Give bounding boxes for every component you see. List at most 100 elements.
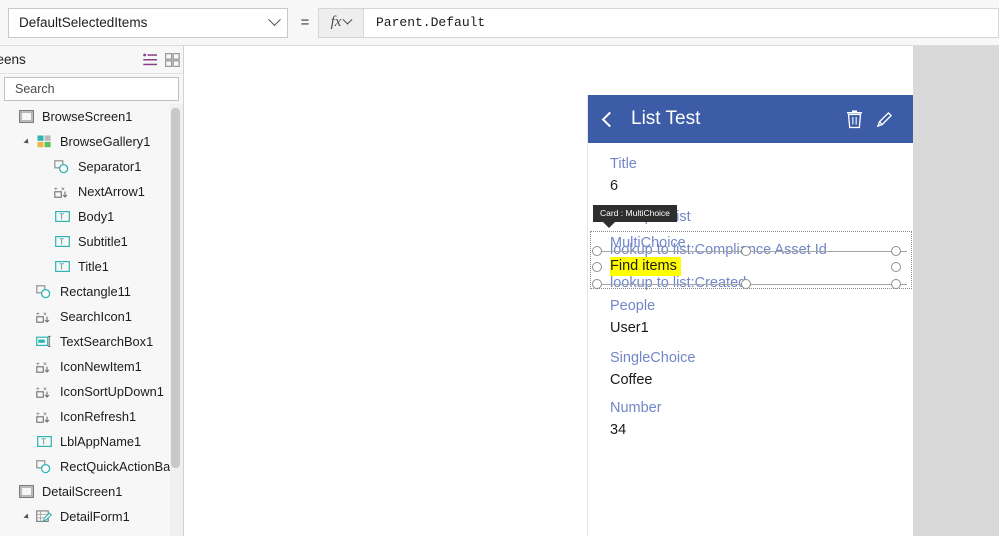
tree-item-iconrefresh1[interactable]: + × IconRefresh1: [0, 404, 184, 429]
expand-collapse-icon[interactable]: [20, 512, 34, 521]
resize-handle-top-right[interactable]: [891, 246, 901, 256]
tree-view-panel: reens BrowseScreen1BrowseGallery1Separ: [0, 46, 184, 536]
tree-item-iconsortupdown1[interactable]: + × IconSortUpDown1: [0, 379, 184, 404]
card-tooltip: Card : MultiChoice: [593, 205, 677, 228]
tree-item-label: Subtitle1: [78, 234, 128, 249]
svg-text:T: T: [59, 238, 64, 247]
chevron-down-icon: [342, 14, 353, 25]
tree-item-label: Rectangle11: [60, 284, 131, 299]
tree-item-rectangle11[interactable]: Rectangle11: [0, 279, 184, 304]
tree-item-body1[interactable]: T Body1: [0, 204, 184, 229]
tree-item-label: Separator1: [78, 159, 142, 174]
tree-item-detailform1[interactable]: DetailForm1: [0, 504, 184, 529]
resize-handle-top-center[interactable]: [741, 246, 751, 256]
tree-panel-header: reens: [0, 46, 183, 74]
pencil-icon[interactable]: [869, 104, 899, 134]
shape-icon: [34, 458, 54, 476]
tree-item-browsescreen1[interactable]: BrowseScreen1: [0, 104, 184, 129]
equals-sign: =: [300, 14, 310, 31]
selection-guide-bottom: [597, 284, 907, 285]
tree-item-subtitle1[interactable]: T Subtitle1: [0, 229, 184, 254]
tree-item-textsearchbox1[interactable]: TextSearchBox1: [0, 329, 184, 354]
screen-icon: [16, 108, 36, 126]
label-icon: T: [52, 258, 72, 276]
tree-item-iconnewitem1[interactable]: + × IconNewItem1: [0, 354, 184, 379]
icon-control: + ×: [34, 308, 54, 326]
tree-scrollbar-track[interactable]: [170, 104, 183, 536]
tree-item-nextarrow1[interactable]: + × NextArrow1: [0, 179, 184, 204]
tree-item-rectquickactionbar1[interactable]: RectQuickActionBar1: [0, 454, 184, 479]
gallery-icon: [34, 133, 54, 151]
grid-view-icon[interactable]: [161, 49, 183, 71]
tree-view-icon[interactable]: [139, 49, 161, 71]
app-title: List Test: [631, 108, 701, 129]
field-value: User1: [610, 320, 649, 336]
tree-item-detailscreen1[interactable]: DetailScreen1: [0, 479, 184, 504]
label-icon: T: [52, 233, 72, 251]
tree-item-searchicon1[interactable]: + × SearchIcon1: [0, 304, 184, 329]
trash-icon[interactable]: [839, 104, 869, 134]
property-dropdown-label: DefaultSelectedItems: [19, 15, 148, 30]
icon-control: + ×: [34, 408, 54, 426]
formula-input[interactable]: Parent.Default: [364, 7, 999, 38]
label-icon: T: [52, 208, 72, 226]
svg-text:T: T: [59, 263, 64, 272]
form-field-people[interactable]: People User1: [588, 295, 655, 340]
shape-icon: [34, 283, 54, 301]
expand-collapse-icon[interactable]: [20, 137, 34, 146]
field-label: People: [610, 298, 656, 314]
phone-preview: List Test Title 6 list lookup to list:Co…: [587, 95, 913, 536]
tree-item-label: IconSortUpDown1: [60, 384, 164, 399]
tree-item-title1[interactable]: T Title1: [0, 254, 184, 279]
form-field-singlechoice[interactable]: SingleChoice Coffee: [588, 347, 695, 392]
tree-item-separator1[interactable]: Separator1: [0, 154, 184, 179]
highlighted-text[interactable]: Find items: [610, 257, 681, 276]
tree-item-browsegallery1[interactable]: BrowseGallery1: [0, 129, 184, 154]
form-icon: [34, 508, 54, 526]
tree-item-label: IconRefresh1: [60, 409, 137, 424]
field-value: 6: [610, 178, 619, 194]
field-label: Number: [610, 400, 662, 416]
tree-scrollbar-thumb[interactable]: [171, 108, 180, 468]
resize-handle-bottom-right[interactable]: [891, 279, 901, 289]
resize-handle-bottom-left[interactable]: [592, 279, 602, 289]
app-header-bar: List Test: [588, 95, 913, 143]
selection-guide-top: [597, 251, 907, 252]
icon-control: + ×: [34, 358, 54, 376]
resize-handle-middle-right[interactable]: [891, 262, 901, 272]
formula-bar: DefaultSelectedItems = fx Parent.Default: [0, 0, 999, 46]
tree-panel-title: reens: [0, 52, 26, 67]
tree-item-label: BrowseGallery1: [60, 134, 151, 149]
form-field-title[interactable]: Title 6: [588, 153, 913, 198]
resize-handle-top-left[interactable]: [592, 246, 602, 256]
form-field-number[interactable]: Number 34: [588, 397, 662, 442]
selected-card-label: MultiChoice: [610, 235, 686, 251]
search-box[interactable]: [4, 77, 179, 101]
app-canvas: List Test Title 6 list lookup to list:Co…: [184, 46, 999, 536]
property-dropdown[interactable]: DefaultSelectedItems: [8, 7, 288, 38]
svg-text:T: T: [59, 213, 64, 222]
resize-handle-bottom-center[interactable]: [741, 279, 751, 289]
tree-item-label: Title1: [78, 259, 109, 274]
resize-handle-middle-left[interactable]: [592, 262, 602, 272]
tree-item-list: BrowseScreen1 BrowseGallery1 Separator1 + × N…: [0, 104, 184, 536]
field-label: Title: [610, 156, 637, 172]
tree-item-label: NextArrow1: [78, 184, 145, 199]
icon-control: + ×: [34, 383, 54, 401]
tree-item-label: IconNewItem1: [60, 359, 142, 374]
fx-button[interactable]: fx: [318, 7, 364, 38]
label-icon: T: [34, 433, 54, 451]
detail-form: Title 6 lookup to list lookup to list:Co…: [588, 143, 913, 536]
search-input[interactable]: [13, 78, 178, 100]
tree-item-label: DetailForm1: [60, 509, 130, 524]
tree-item-label: BrowseScreen1: [42, 109, 133, 124]
fx-icon: fx: [330, 14, 342, 30]
screen-icon: [16, 483, 36, 501]
tree-item-label: DetailScreen1: [42, 484, 123, 499]
icon-control: + ×: [52, 183, 72, 201]
field-value: Coffee: [610, 372, 653, 388]
card-tooltip-text: Card : MultiChoice: [600, 208, 670, 218]
field-label: SingleChoice: [610, 350, 696, 366]
back-chevron-icon[interactable]: [601, 111, 618, 127]
tree-item-lblappname1[interactable]: T LblAppName1: [0, 429, 184, 454]
